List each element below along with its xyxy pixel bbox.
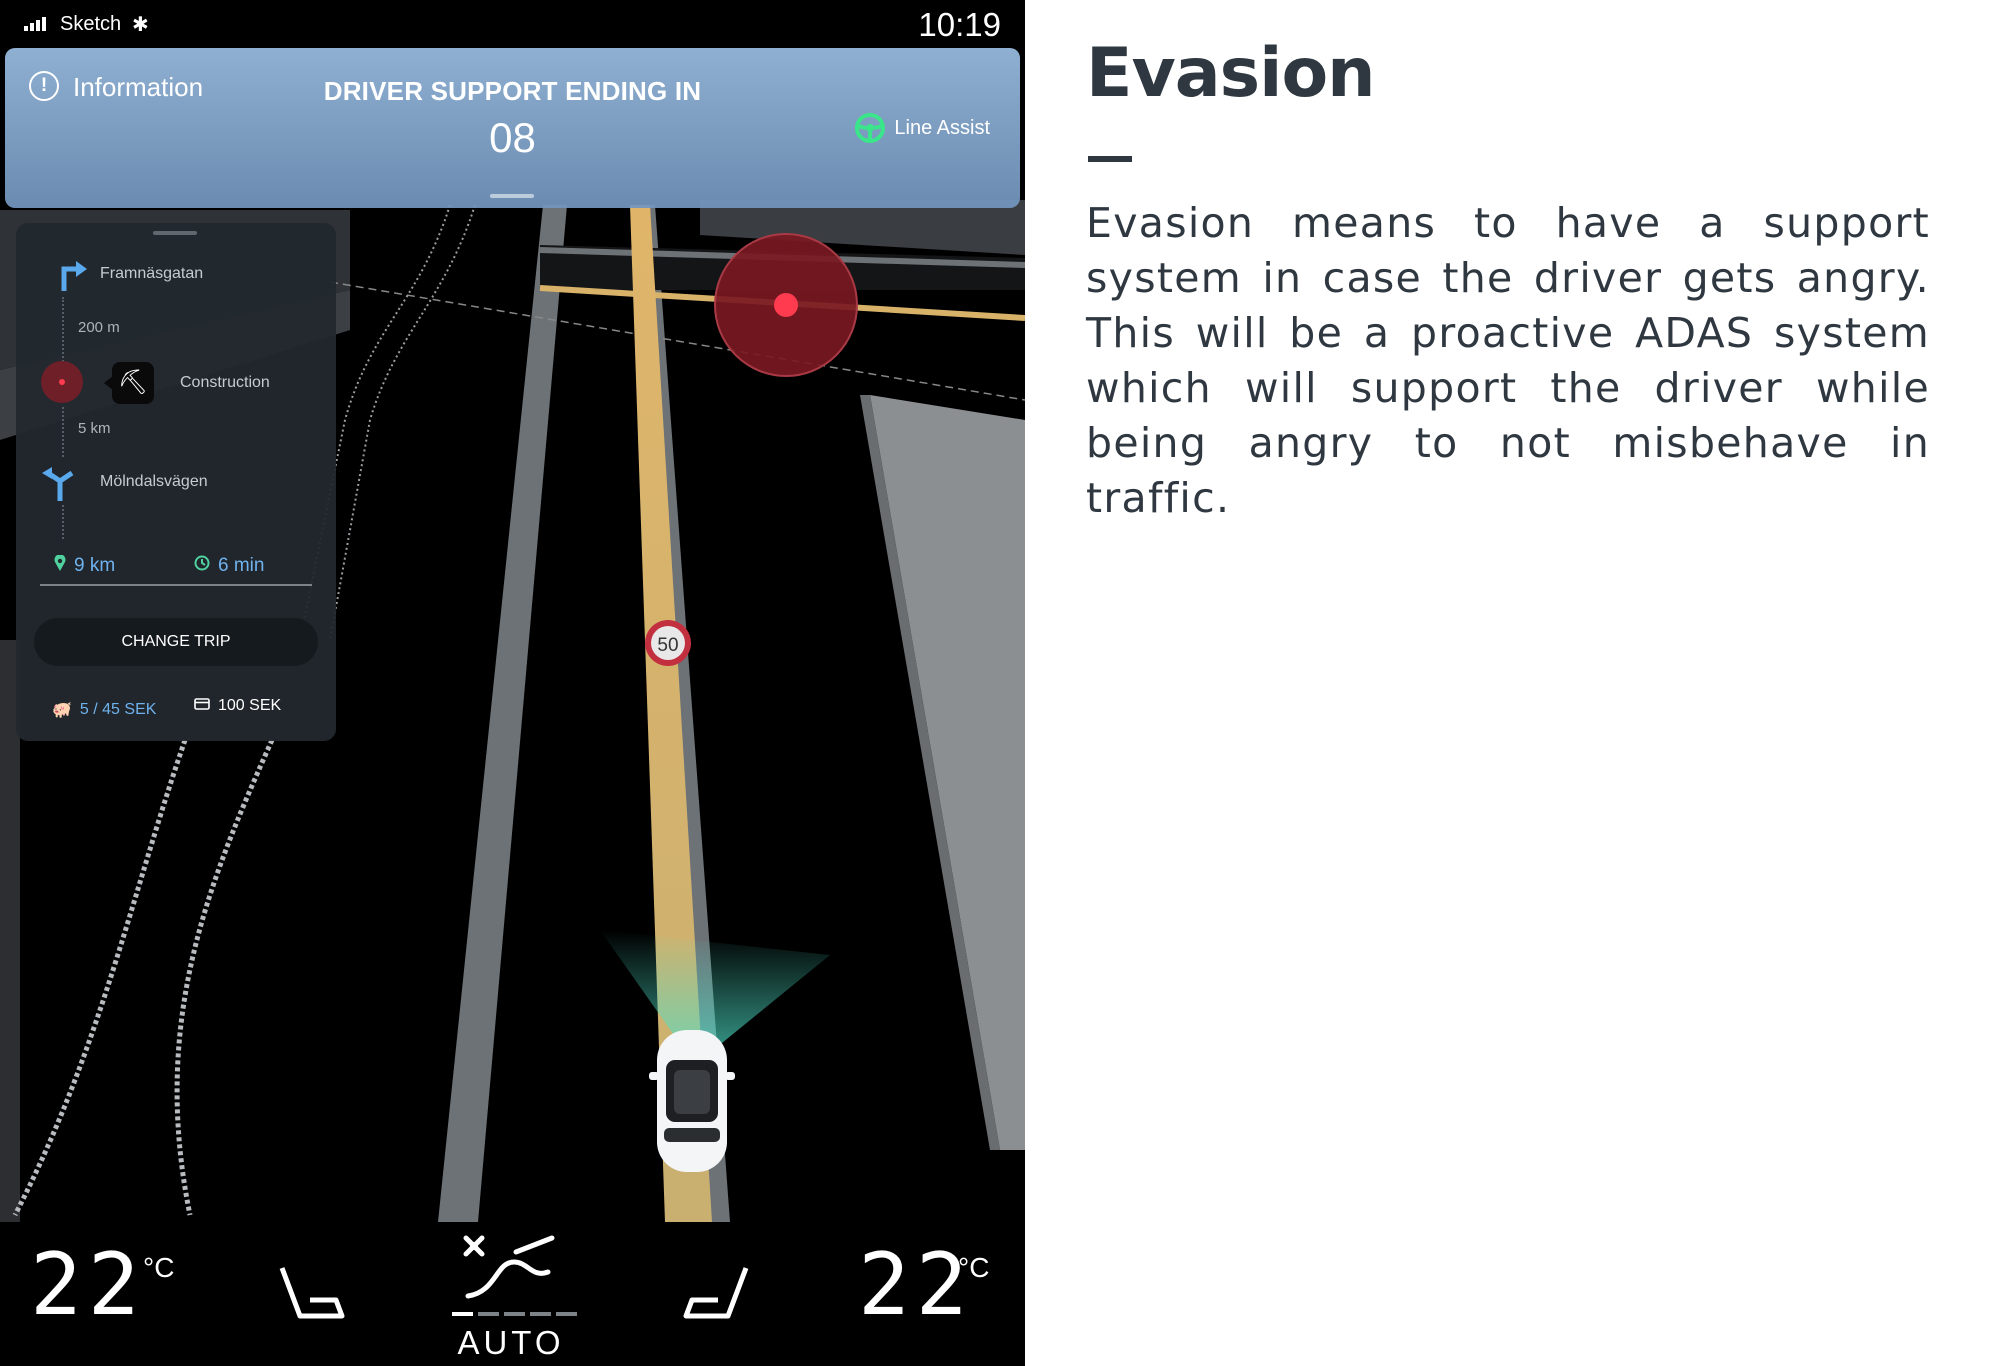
info-banner[interactable]: ! Information DRIVER SUPPORT ENDING IN 0… bbox=[5, 48, 1020, 208]
status-bar: Sketch ✱ 10:19 bbox=[0, 0, 1025, 48]
clock-icon bbox=[194, 555, 210, 577]
construction-icon: ⛏ bbox=[104, 362, 154, 404]
banner-drag-handle[interactable] bbox=[490, 194, 534, 198]
turn-right-icon bbox=[56, 257, 88, 296]
building-block bbox=[870, 395, 1025, 1150]
speed-limit-value: 50 bbox=[657, 635, 678, 656]
car-icon bbox=[649, 1030, 735, 1172]
bluetooth-icon: ✱ bbox=[132, 14, 149, 36]
title-divider bbox=[1088, 156, 1132, 162]
line-assist-label: Line Assist bbox=[894, 116, 990, 139]
line-assist-status[interactable]: Line Assist bbox=[854, 112, 990, 144]
step-distance: 5 km bbox=[78, 420, 111, 437]
piggy-bank-icon: 🐖 bbox=[52, 702, 72, 719]
step-label: Framnäsgatan bbox=[100, 265, 204, 282]
clock: 10:19 bbox=[918, 6, 1001, 43]
change-trip-button[interactable]: CHANGE TRIP bbox=[34, 618, 318, 666]
fork-icon bbox=[40, 465, 80, 506]
right-temperature-unit: °C bbox=[958, 1252, 990, 1283]
speed-limit-sign: 50 bbox=[645, 620, 691, 666]
side-road bbox=[174, 738, 275, 1216]
left-temperature[interactable]: 22 bbox=[30, 1242, 146, 1328]
description-title: Evasion bbox=[1086, 34, 1376, 113]
boundary-line bbox=[329, 281, 1025, 401]
carrier-name: Sketch bbox=[60, 13, 122, 35]
remaining-distance: 9 km bbox=[54, 554, 115, 577]
card-icon bbox=[194, 697, 210, 715]
step-label: Construction bbox=[180, 374, 270, 391]
climate-mode[interactable]: AUTO bbox=[430, 1324, 592, 1362]
trip-panel: Framnäsgatan 200 m ⛏ Construction 5 km M… bbox=[16, 223, 336, 741]
car-display: 50 Sketch ✱ 10:19 ! Information DRIVER S… bbox=[0, 0, 1025, 1366]
left-seat-heat-icon[interactable] bbox=[278, 1264, 348, 1329]
steering-wheel-icon bbox=[854, 112, 886, 144]
right-seat-heat-icon[interactable] bbox=[680, 1264, 750, 1329]
location-pin-icon bbox=[54, 554, 66, 577]
fan-level-bars[interactable] bbox=[452, 1312, 577, 1316]
divider bbox=[40, 584, 312, 586]
right-temperature[interactable]: 22 bbox=[858, 1242, 974, 1328]
hazard-marker[interactable] bbox=[714, 233, 858, 377]
left-temperature-unit: °C bbox=[143, 1252, 175, 1283]
step-distance: 200 m bbox=[78, 319, 120, 336]
description-body: Evasion means to have a support system i… bbox=[1086, 199, 1930, 522]
hazard-indicator bbox=[41, 361, 83, 403]
remaining-time: 6 min bbox=[194, 555, 264, 577]
fare-card: 100 SEK bbox=[194, 697, 281, 715]
climate-bar: 22 °C AUTO 22 °C bbox=[0, 1222, 1025, 1366]
banner-title: DRIVER SUPPORT ENDING IN bbox=[323, 76, 702, 106]
fare-used: 🐖 5 / 45 SEK bbox=[52, 701, 157, 719]
side-road bbox=[12, 739, 188, 1217]
step-label: Mölndalsvägen bbox=[100, 473, 208, 490]
panel-drag-handle[interactable] bbox=[153, 231, 197, 235]
side-road bbox=[329, 204, 476, 641]
fan-airflow-icon[interactable] bbox=[452, 1232, 572, 1317]
signal-icon bbox=[24, 17, 46, 31]
